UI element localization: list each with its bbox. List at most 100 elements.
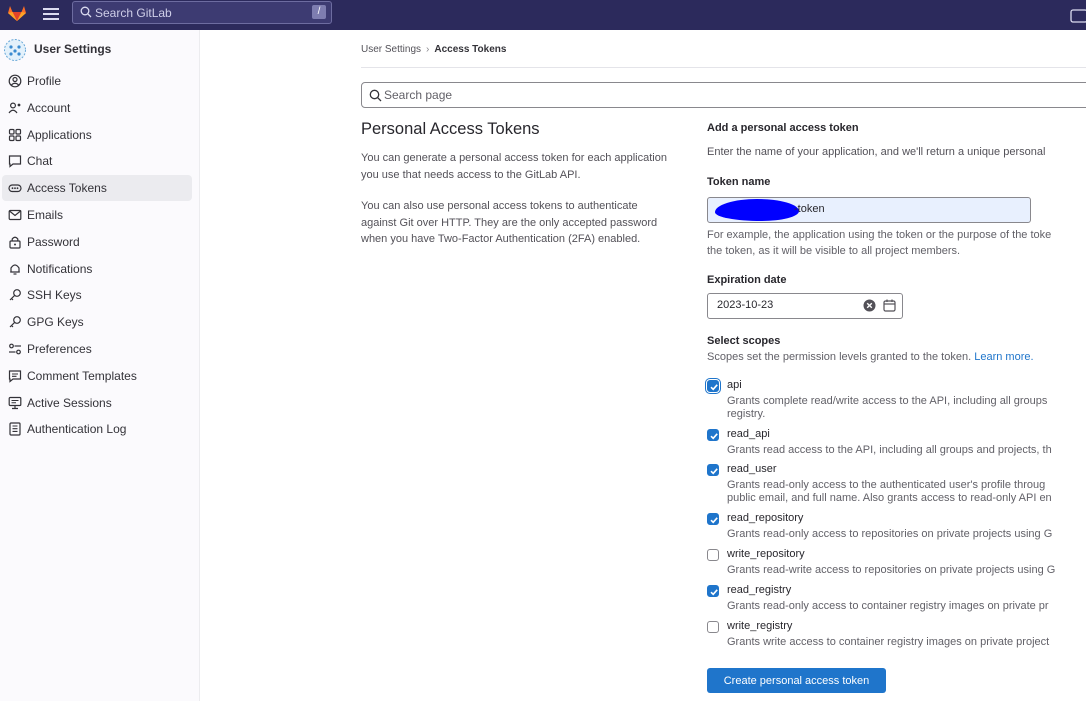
sidebar-item-label: GPG Keys [27, 315, 84, 330]
bell-icon [10, 264, 20, 275]
sidebar-item-emails[interactable]: Emails [2, 202, 192, 228]
scope-checkbox[interactable] [707, 464, 719, 476]
sidebar-item-chat[interactable]: Chat [2, 148, 192, 174]
profile-icon [8, 74, 22, 88]
scope-description: Grants complete read/write access to the… [727, 395, 1047, 421]
sidebar-item-label: Account [27, 100, 71, 115]
applications-icon [8, 128, 22, 141]
search-shortcut-badge: / [312, 5, 326, 19]
user-avatar-icon [4, 39, 26, 61]
sidebar-item-label: SSH Keys [27, 288, 82, 303]
sidebar-header[interactable]: User Settings [2, 38, 192, 62]
global-search[interactable]: / [72, 1, 332, 24]
search-icon [80, 6, 92, 18]
sidebar-item-label: Password [27, 234, 80, 249]
scope-description-line: registry. [727, 408, 766, 420]
scope-name[interactable]: read_repository [727, 512, 803, 524]
create-token-button[interactable]: Create personal access token [707, 668, 886, 693]
checkmark-icon [710, 433, 718, 440]
sidebar-item-authentication-log[interactable]: Authentication Log [2, 416, 192, 442]
token-name-label: Token name [707, 176, 771, 188]
sidebar-item-notifications[interactable]: Notifications [2, 256, 192, 282]
scope-name[interactable]: read_user [727, 463, 777, 475]
sidebar-item-password[interactable]: Password [2, 229, 192, 255]
gitlab-logo-icon[interactable] [6, 4, 28, 22]
token-icon [8, 184, 22, 193]
global-search-input[interactable] [95, 2, 295, 23]
calendar-icon[interactable] [883, 299, 896, 312]
scopes-help-text: Scopes set the permission levels granted… [707, 351, 972, 363]
checkmark-icon [710, 468, 718, 475]
sidebar-item-applications[interactable]: Applications [2, 122, 192, 148]
sidebar-item-label: Chat [27, 154, 53, 169]
scope-description-line: Grants read-only access to the authentic… [727, 479, 1046, 491]
sidebar-item-label: Profile [27, 74, 62, 88]
scope-description: Grants read-only access to container reg… [727, 600, 1049, 613]
scope-name[interactable]: write_registry [727, 620, 792, 632]
breadcrumb-separator: › [426, 44, 430, 55]
scope-description-line: Grants complete read/write access to the… [727, 395, 1048, 407]
sidebar-item-comment-templates[interactable]: Comment Templates [2, 363, 192, 389]
form-intro: Enter the name of your application, and … [707, 146, 1046, 158]
sidebar-title: User Settings [34, 42, 112, 56]
sidebar-item-label: Comment Templates [27, 368, 137, 383]
expiration-date-value: 2023-10-23 [717, 299, 774, 311]
monitor-icon [8, 396, 22, 409]
sidebar-item-access-tokens[interactable]: Access Tokens [2, 175, 192, 202]
hamburger-menu-icon[interactable] [43, 6, 59, 20]
key-icon [9, 289, 21, 301]
breadcrumb-current: Access Tokens [434, 44, 507, 55]
scope-checkbox[interactable] [707, 380, 719, 392]
sidebar-item-account[interactable]: Account [2, 95, 192, 121]
scope-description: Grants read access to the API, including… [727, 444, 1052, 457]
scope-name[interactable]: api [727, 379, 742, 391]
chat-icon [8, 155, 22, 169]
intro-paragraph-1: You can generate a personal access token… [361, 152, 667, 181]
scope-description: Grants read-only access to repositories … [727, 528, 1052, 541]
sidebar-item-active-sessions[interactable]: Active Sessions [2, 390, 192, 416]
scope-checkbox[interactable] [707, 513, 719, 525]
scope-name[interactable]: read_api [727, 428, 770, 440]
token-name-help-1: For example, the application using the t… [707, 229, 1052, 241]
scope-name[interactable]: read_registry [727, 584, 791, 596]
scope-description-line: Grants read-write access to repositories… [727, 564, 1056, 576]
breadcrumb-parent[interactable]: User Settings [361, 44, 421, 55]
sidebar-item-preferences[interactable]: Preferences [2, 336, 192, 362]
expiration-date-input[interactable]: 2023-10-23 [707, 293, 903, 319]
checkmark-icon [710, 589, 718, 596]
scopes-help: Scopes set the permission levels granted… [707, 349, 1034, 366]
sidebar-item-label: Applications [27, 127, 92, 142]
page-search-input[interactable] [384, 83, 984, 107]
scope-description: Grants write access to container registr… [727, 636, 1049, 649]
scope-checkbox[interactable] [707, 549, 719, 561]
sidebar-item-label: Authentication Log [27, 422, 127, 437]
scope-checkbox[interactable] [707, 621, 719, 633]
scope-checkbox[interactable] [707, 429, 719, 441]
sidebar: User Settings Profile Account Applications… [0, 30, 200, 701]
expiration-date-label: Expiration date [707, 274, 787, 286]
checkmark-icon [710, 517, 718, 524]
top-navbar: / [0, 0, 1086, 30]
sidebar-item-label: Notifications [27, 261, 93, 276]
sidebar-item-profile[interactable]: Profile [2, 68, 192, 94]
scopes-label: Select scopes [707, 335, 781, 347]
comment-icon [8, 370, 22, 383]
sidebar-item-ssh-keys[interactable]: SSH Keys [2, 282, 192, 308]
token-name-input[interactable]: -token [707, 197, 1031, 223]
learn-more-link[interactable]: Learn more. [974, 351, 1033, 363]
token-name-help-2: the token, as it will be visible to all … [707, 245, 961, 257]
clear-icon[interactable] [863, 299, 876, 312]
scope-description-line: Grants read-only access to container reg… [727, 600, 1049, 612]
page-title: Personal Access Tokens [361, 120, 540, 138]
breadcrumb: User Settings › Access Tokens [361, 44, 506, 55]
scope-name[interactable]: write_repository [727, 548, 805, 560]
checkmark-icon [710, 384, 718, 391]
scope-checkbox[interactable] [707, 585, 719, 597]
sidebar-item-gpg-keys[interactable]: GPG Keys [2, 309, 192, 335]
chat-icon[interactable] [1070, 8, 1086, 28]
scope-description-line: Grants read-only access to repositories … [727, 528, 1053, 540]
scope-description-line: public email, and full name. Also grants… [727, 492, 1052, 504]
page-search[interactable] [361, 82, 1086, 108]
scope-description-line: Grants write access to container registr… [727, 636, 1050, 648]
sidebar-item-label: Emails [27, 208, 64, 222]
